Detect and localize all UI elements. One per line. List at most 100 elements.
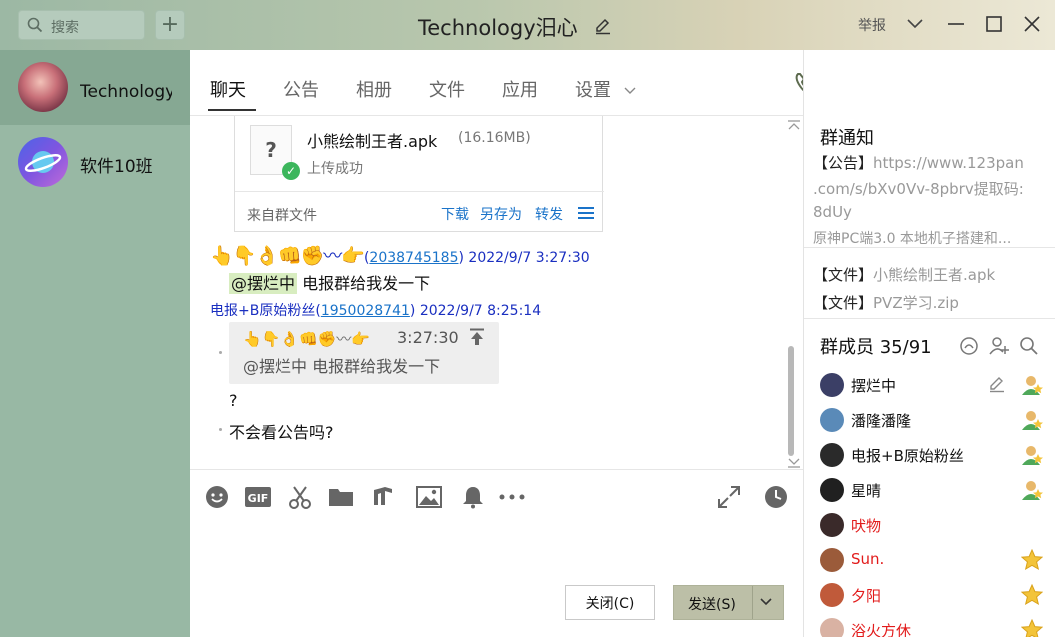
add-member-icon[interactable] bbox=[989, 336, 1009, 360]
divider bbox=[804, 247, 1055, 248]
emoji-icon[interactable] bbox=[204, 484, 230, 510]
scissors-icon[interactable] bbox=[287, 484, 313, 510]
message-text: @摆烂中 电报群给我发一下 bbox=[229, 270, 430, 294]
chevron-down-icon[interactable] bbox=[903, 12, 927, 36]
admin-icon bbox=[1020, 408, 1044, 432]
forward-link[interactable]: 转发 bbox=[535, 204, 563, 224]
avatar bbox=[18, 62, 68, 112]
member-name: Sun. bbox=[851, 550, 885, 568]
file-source: 来自群文件 bbox=[247, 208, 317, 224]
tab-announcement[interactable]: 公告 bbox=[283, 76, 319, 102]
sender-uid[interactable]: 2038745185 bbox=[369, 250, 458, 266]
group-file-item[interactable]: 【文件】小熊绘制王者.apk bbox=[813, 264, 995, 285]
send-button[interactable]: 发送(S) bbox=[673, 585, 784, 620]
message-list: ? ✓ 小熊绘制王者.apk (16.16MB) 上传成功 来自群文件 下载 另… bbox=[190, 116, 803, 469]
upload-status: 上传成功 bbox=[307, 161, 363, 177]
close-button[interactable]: 关闭(C) bbox=[565, 585, 655, 620]
notice-title: 群通知 bbox=[820, 128, 874, 149]
sidebar-item-class10[interactable]: 软件10班 bbox=[0, 125, 190, 200]
notice-line[interactable]: 8dUy bbox=[813, 203, 1053, 221]
image-icon[interactable] bbox=[416, 484, 442, 510]
bullet bbox=[219, 428, 222, 431]
music-icon[interactable] bbox=[371, 484, 397, 510]
tab-album[interactable]: 相册 bbox=[356, 76, 392, 102]
notice-line[interactable]: 原神PC端3.0 本地机子搭建和... bbox=[813, 228, 1053, 248]
report-button[interactable]: 举报 bbox=[858, 15, 886, 35]
member-item[interactable]: 夕阳 bbox=[818, 580, 1054, 610]
member-name: 摆烂中 bbox=[851, 377, 897, 395]
message-body: ? bbox=[229, 391, 238, 410]
message-time: 2022/9/7 8:25:14 bbox=[419, 303, 542, 319]
scroll-top-icon[interactable] bbox=[788, 118, 800, 134]
member-item[interactable]: Sun. bbox=[818, 545, 1054, 575]
history-clock-icon[interactable] bbox=[763, 484, 789, 510]
sender-uid[interactable]: 1950028741 bbox=[321, 303, 410, 319]
gif-icon[interactable]: GIF bbox=[245, 484, 271, 510]
admin-icon bbox=[1020, 443, 1044, 467]
bullet bbox=[219, 351, 222, 354]
divider bbox=[752, 586, 753, 619]
member-item[interactable]: 星晴 bbox=[818, 475, 1054, 505]
avatar bbox=[820, 548, 844, 572]
sender-name[interactable]: 电报+B原始粉丝 bbox=[210, 303, 315, 319]
folder-icon[interactable] bbox=[328, 484, 354, 510]
star-icon bbox=[1020, 548, 1044, 572]
close-window-button[interactable] bbox=[1020, 12, 1044, 36]
menu-icon[interactable] bbox=[578, 207, 594, 223]
file-name: PVZ学习.zip bbox=[873, 294, 959, 312]
notice-line[interactable]: 【公告】https://www.123pan bbox=[813, 152, 1053, 173]
notice-line[interactable]: .com/s/bXv0Vv-8pbrv提取码: bbox=[813, 178, 1053, 199]
add-button[interactable]: + bbox=[155, 10, 185, 40]
notice-text: https://www.123pan bbox=[873, 154, 1024, 172]
group-info-panel: 群通知 【公告】https://www.123pan .com/s/bXv0Vv… bbox=[803, 50, 1055, 637]
member-filter-icon[interactable] bbox=[959, 336, 979, 360]
sidebar-item-technology[interactable]: Technology汨心 bbox=[0, 50, 190, 125]
edit-card-icon[interactable] bbox=[988, 375, 1006, 397]
chevron-down-icon[interactable] bbox=[759, 595, 773, 613]
tab-apps[interactable]: 应用 bbox=[502, 76, 538, 102]
jump-to-original-icon[interactable] bbox=[469, 328, 485, 350]
download-link[interactable]: 下载 bbox=[441, 204, 469, 224]
member-item[interactable]: 摆烂中 bbox=[818, 370, 1054, 400]
tab-chat[interactable]: 聊天 bbox=[210, 76, 246, 102]
avatar bbox=[820, 408, 844, 432]
mention[interactable]: @摆烂中 bbox=[229, 273, 298, 294]
member-item[interactable]: 浴火方休 bbox=[818, 615, 1054, 637]
planet-icon bbox=[18, 137, 68, 187]
quote-reply[interactable]: 👆👇👌👊✊〰👉 3:27:30 @摆烂中 电报群给我发一下 bbox=[229, 322, 499, 384]
member-item[interactable]: 吠物 bbox=[818, 510, 1054, 540]
title-bar: 搜索 + Technology汨心 举报 bbox=[0, 0, 1055, 50]
tab-settings[interactable]: 设置 bbox=[575, 76, 611, 102]
file-tag: 【文件】 bbox=[813, 294, 874, 312]
members-title: 群成员 35/91 bbox=[820, 337, 932, 358]
minimize-button[interactable] bbox=[944, 12, 968, 36]
member-item[interactable]: 电报+B原始粉丝 bbox=[818, 440, 1054, 470]
bell-icon[interactable] bbox=[460, 484, 486, 510]
divider bbox=[235, 191, 604, 192]
member-item[interactable]: 潘隆潘隆 bbox=[818, 405, 1054, 435]
maximize-button[interactable] bbox=[982, 12, 1006, 36]
search-icon[interactable] bbox=[1019, 336, 1039, 360]
scrollbar[interactable] bbox=[788, 346, 794, 456]
input-area[interactable]: GIF 关闭(C) 发送(S) bbox=[190, 469, 803, 637]
expand-icon[interactable] bbox=[716, 484, 742, 510]
message-body: 电报群给我发一下 bbox=[302, 274, 431, 293]
avatar bbox=[820, 618, 844, 637]
group-file-item[interactable]: 【文件】PVZ学习.zip bbox=[813, 292, 959, 313]
sender-name[interactable]: 👆👇👌👊✊〰👉 bbox=[210, 245, 365, 267]
file-message-card[interactable]: ? ✓ 小熊绘制王者.apk (16.16MB) 上传成功 来自群文件 下载 另… bbox=[234, 116, 604, 232]
scroll-bottom-icon[interactable] bbox=[788, 456, 800, 469]
chevron-down-icon[interactable] bbox=[624, 83, 636, 99]
quote-sender: 👆👇👌👊✊〰👉 bbox=[243, 330, 371, 348]
send-label: 发送(S) bbox=[688, 597, 736, 613]
save-as-link[interactable]: 另存为 bbox=[480, 204, 522, 224]
tab-files[interactable]: 文件 bbox=[429, 76, 465, 102]
plus-icon: + bbox=[160, 12, 180, 37]
divider bbox=[804, 318, 1055, 319]
search-input[interactable]: 搜索 bbox=[18, 10, 145, 40]
window-title: Technology汨心 bbox=[418, 16, 578, 40]
edit-name-icon[interactable] bbox=[594, 17, 612, 39]
conversation-sidebar: Technology汨心 软件10班 bbox=[0, 50, 190, 637]
more-icon[interactable] bbox=[499, 484, 525, 510]
sidebar-item-label: 软件10班 bbox=[80, 157, 153, 177]
